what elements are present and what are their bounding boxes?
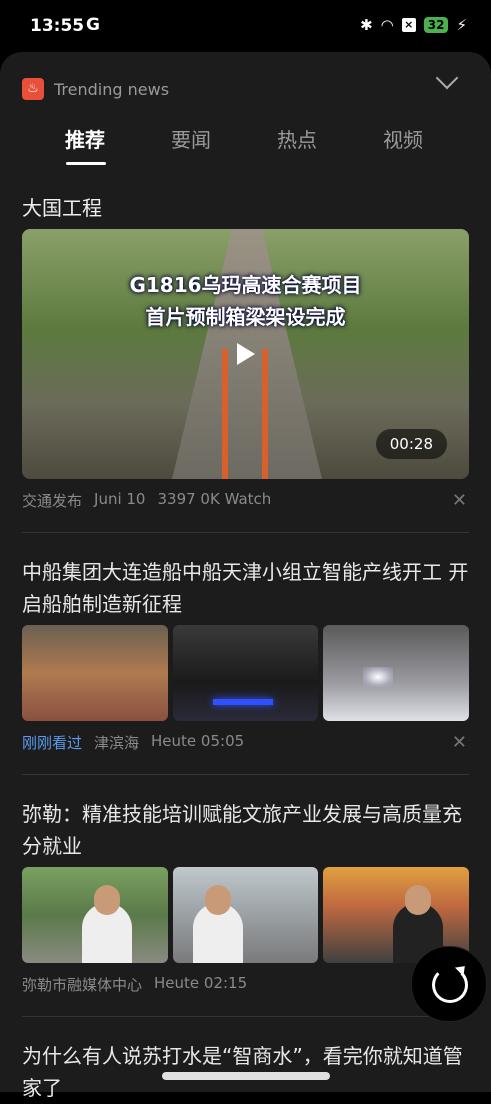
wifi-icon: ◠ — [380, 16, 394, 34]
video-caption-line1: G1816乌玛高速合赛项目 — [129, 273, 362, 297]
recently-viewed-badge: 刚刚看过 — [22, 734, 83, 752]
widget-header: ♨ Trending news — [22, 78, 169, 100]
article2-meta: 弥勒市融媒体中心 Heute 02:15 — [22, 974, 247, 995]
tab-headlines[interactable]: 要闻 — [151, 124, 231, 153]
video-views: 3397 0K Watch — [157, 490, 272, 508]
article1-title[interactable]: 中船集团大连造船中船天津小组立智能产线开工 开启船舶制造新征程 — [22, 556, 469, 620]
article1-image-2[interactable] — [172, 625, 319, 721]
battery-indicator: 32 — [423, 17, 449, 33]
divider — [22, 1016, 469, 1017]
article2-time: Heute 02:15 — [154, 974, 248, 992]
status-time: 13:55 — [30, 16, 85, 36]
video-source: 交通发布 — [22, 492, 83, 510]
video-meta: 交通发布 Juni 10 3397 0K Watch — [22, 490, 271, 511]
refresh-button[interactable] — [411, 946, 487, 1022]
video-thumbnail[interactable]: G1816乌玛高速合赛项目 首片预制箱梁架设完成 00:28 — [22, 229, 469, 479]
article1-source: 津滨海 — [94, 734, 140, 752]
video-caption-line2: 首片预制箱梁架设完成 — [145, 305, 346, 329]
dismiss-video-icon[interactable]: ✕ — [452, 490, 467, 511]
fire-logo-icon: ♨ — [22, 78, 44, 100]
google-icon: G — [86, 15, 100, 35]
article1-image-1[interactable] — [22, 625, 168, 721]
section-title: 大国工程 — [22, 196, 102, 220]
news-feed-card: ♨ Trending news 推荐 要闻 热点 视频 大国工程 G1816乌玛… — [0, 52, 491, 1100]
article1-time: Heute 05:05 — [151, 732, 245, 750]
dismiss-article1-icon[interactable]: ✕ — [452, 732, 467, 753]
tab-recommended[interactable]: 推荐 — [45, 124, 125, 153]
article1-meta: 刚刚看过 津滨海 Heute 05:05 — [22, 732, 244, 753]
video-duration: 00:28 — [375, 429, 447, 459]
status-icons: ✱ ◠ × 32 ⚡ — [360, 16, 467, 34]
video-date: Juni 10 — [94, 490, 146, 508]
tab-video[interactable]: 视频 — [363, 124, 443, 153]
charging-icon: ⚡ — [456, 16, 467, 34]
home-indicator[interactable] — [162, 1072, 330, 1080]
tab-hot[interactable]: 热点 — [257, 124, 337, 153]
divider — [22, 532, 469, 533]
article2-image-2[interactable] — [172, 867, 319, 963]
article2-source: 弥勒市融媒体中心 — [22, 976, 143, 994]
article2-images[interactable] — [22, 867, 470, 963]
play-icon[interactable] — [237, 343, 255, 365]
article2-image-1[interactable] — [22, 867, 168, 963]
widget-name: Trending news — [54, 79, 170, 99]
divider — [22, 774, 469, 775]
chevron-down-icon[interactable] — [435, 66, 459, 90]
active-tab-indicator — [66, 162, 106, 165]
notification-x-icon: × — [401, 18, 416, 32]
article1-image-3[interactable] — [323, 625, 470, 721]
article1-images[interactable] — [22, 625, 470, 721]
status-bar: 13:55 G ✱ ◠ × 32 ⚡ — [0, 0, 491, 52]
article2-title[interactable]: 弥勒：精准技能培训赋能文旅产业发展与高质量充分就业 — [22, 798, 469, 862]
bluetooth-icon: ✱ — [360, 16, 373, 34]
